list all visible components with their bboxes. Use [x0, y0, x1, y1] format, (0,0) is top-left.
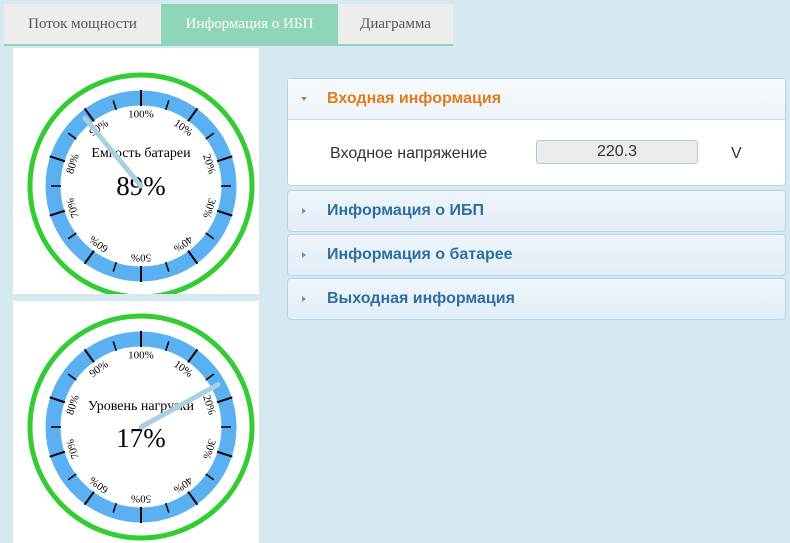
gauge-label: Емкость батареи [91, 146, 191, 161]
accordion-header-ups-info[interactable]: Информация о ИБП [288, 191, 785, 231]
load-level-gauge: 100%10%20%30%40%50%60%70%80%90% Уровень … [27, 313, 255, 541]
gauge-tick-label: 30% [200, 197, 218, 220]
caret-right-icon [302, 208, 306, 214]
gauge-tick-label: 70% [64, 438, 82, 461]
load-level-gauge-panel: 100% 10% 20% 30% 40% 50% 60% 70% 80% 90% Уровень … [13, 301, 259, 543]
accordion-input-info: Входная информация Входное напряжение 22… [287, 78, 786, 186]
accordion-battery-info: Информация о батарее [287, 234, 786, 276]
gauge-tick-label: 50% [131, 492, 151, 504]
gauge-tick-label: 50% [131, 251, 151, 263]
accordion-title: Информация о батарее [327, 246, 513, 263]
accordion-header-battery-info[interactable]: Информация о батарее [288, 235, 785, 275]
accordion-title: Информация о ИБП [327, 202, 484, 219]
accordion-title: Выходная информация [327, 290, 515, 307]
caret-right-icon [302, 296, 306, 302]
gauge-tick-label: 30% [200, 438, 218, 461]
accordion-ups-info: Информация о ИБП [287, 190, 786, 232]
caret-right-icon [302, 252, 306, 258]
input-voltage-field: 220.3 [536, 140, 698, 164]
gauge-tick-label: 100% [128, 109, 154, 121]
gauge-tick-label: 80% [64, 393, 82, 416]
accordion-title: Входная информация [327, 90, 502, 107]
gauge-tick-label: 80% [64, 152, 82, 175]
tab-underline [4, 44, 453, 46]
gauge-tick-label: 100% [128, 350, 154, 362]
tab-diagram[interactable]: Диаграмма [338, 4, 453, 44]
accordion-header-input-info[interactable]: Входная информация [288, 79, 785, 120]
gauge-tick-label: 20% [200, 393, 218, 416]
gauge-tick-label: 20% [200, 152, 218, 175]
input-voltage-unit: V [731, 145, 742, 162]
battery-capacity-gauge: 100%10%20%30%40%50%60%70%80%90% Емкость … [27, 72, 255, 294]
accordion-output-info: Выходная информация [287, 278, 786, 320]
accordion-header-output-info[interactable]: Выходная информация [288, 279, 785, 319]
battery-capacity-gauge-panel: 100% 10% 20% 30% 40% 50% 60% 70% 80% 90% Емкость … [13, 48, 259, 294]
input-voltage-label: Входное напряжение [330, 145, 488, 162]
gauge-tick-label: 70% [64, 197, 82, 220]
tab-ups-info[interactable]: Информация о ИБП [161, 4, 338, 44]
accordion-body-input-info: Входное напряжение 220.3 V [288, 120, 785, 183]
tab-bar: Поток мощности Информация о ИБП Диаграмм… [4, 4, 453, 46]
tab-power-flow[interactable]: Поток мощности [4, 4, 161, 44]
caret-down-icon [301, 97, 307, 101]
